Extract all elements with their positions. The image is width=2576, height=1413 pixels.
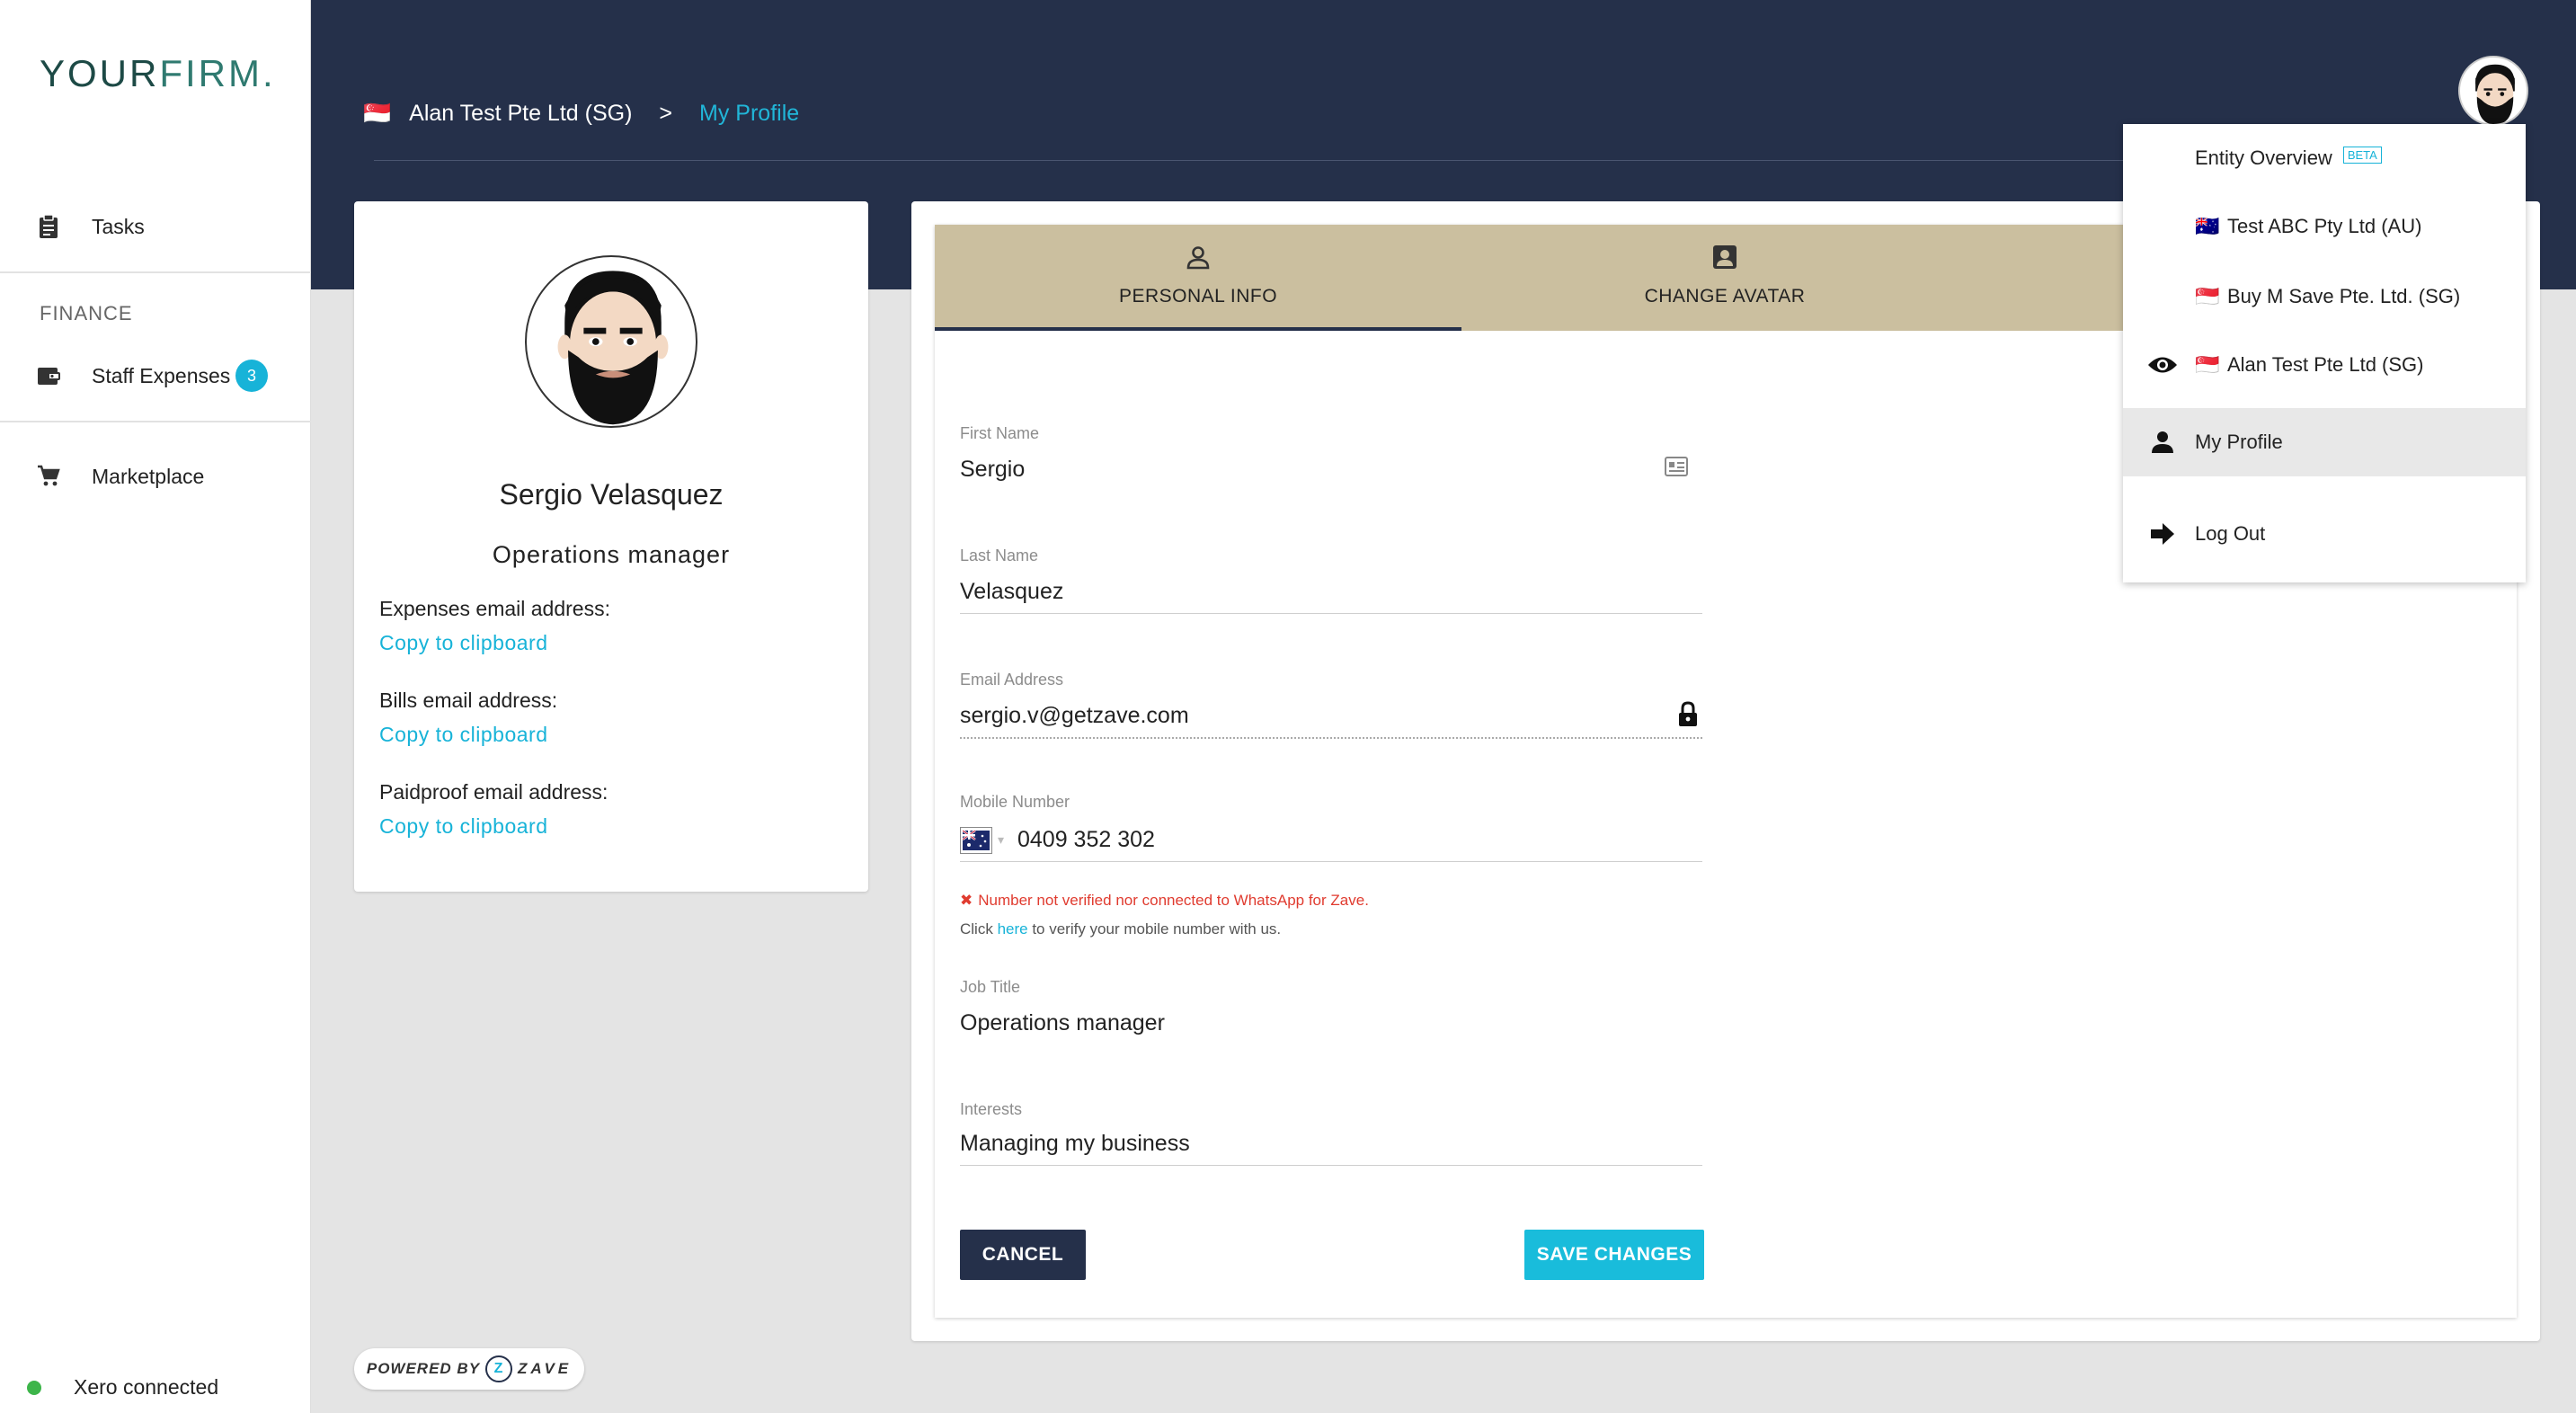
breadcrumb-current: My Profile	[699, 101, 800, 126]
xero-status: Xero connected	[27, 1375, 218, 1400]
xero-status-label: Xero connected	[74, 1375, 219, 1399]
count-badge: 3	[235, 360, 268, 392]
email-field: sergio.v@getzave.com	[960, 703, 1189, 728]
sg-flag-icon: 🇸🇬	[2195, 285, 2220, 307]
user-dropdown-menu: Entity Overview BETA 🇦🇺 Test ABC Pty Ltd …	[2123, 124, 2526, 582]
menu-item-label: Alan Test Pte Ltd (SG)	[2227, 353, 2424, 376]
interests-underline	[960, 1165, 1702, 1166]
logout-arrow-icon	[2146, 518, 2179, 550]
sidebar-item-label: Staff Expenses	[92, 363, 231, 387]
eye-icon	[2146, 349, 2179, 381]
menu-item-my-profile[interactable]: My Profile	[2123, 408, 2526, 476]
wallet-icon	[36, 363, 61, 388]
menu-item-entity-buy-m-save[interactable]: 🇸🇬 Buy M Save Pte. Ltd. (SG)	[2123, 262, 2526, 331]
country-code-selector[interactable]	[960, 827, 992, 854]
app-logo[interactable]: YOURFIRM.	[40, 52, 276, 95]
beta-badge: BETA	[2342, 147, 2382, 164]
powered-by-brand: ZAVE	[518, 1360, 573, 1377]
sg-flag-icon: 🇸🇬	[363, 101, 392, 126]
menu-item-entity-overview[interactable]: Entity Overview BETA	[2123, 124, 2526, 192]
bills-email-label: Bills email address:	[379, 689, 558, 712]
interests-label: Interests	[960, 1100, 1023, 1118]
contact-card-icon[interactable]	[1665, 457, 1688, 481]
menu-item-entity-test-abc[interactable]: 🇦🇺 Test ABC Pty Ltd (AU)	[2123, 192, 2526, 261]
email-label: Email Address	[960, 671, 1064, 689]
powered-by-badge: POWERED BY Z ZAVE	[354, 1348, 584, 1390]
lock-icon	[1677, 701, 1699, 733]
clipboard-icon	[36, 214, 61, 239]
user-avatar-button[interactable]	[2458, 56, 2528, 126]
hint-prefix: Click	[960, 920, 998, 938]
sidebar-item-label: Marketplace	[92, 464, 205, 488]
tab-label: CHANGE AVATAR	[1644, 286, 1806, 307]
tab-change-avatar[interactable]: CHANGE AVATAR	[1461, 225, 1988, 331]
copy-expenses-email-link[interactable]: Copy to clipboard	[379, 631, 548, 655]
last-name-underline	[960, 613, 1702, 614]
job-title-field[interactable]: Operations manager	[960, 1010, 1165, 1036]
sg-flag-icon: 🇸🇬	[2195, 353, 2220, 376]
mobile-label: Mobile Number	[960, 793, 1070, 811]
email-underline	[960, 737, 1702, 739]
au-flag-icon	[963, 831, 990, 850]
avatar-icon	[557, 271, 669, 425]
sidebar-item-label: Tasks	[92, 214, 145, 238]
menu-item-label: Buy M Save Pte. Ltd. (SG)	[2227, 285, 2461, 307]
sidebar-item-tasks[interactable]: Tasks	[0, 200, 311, 253]
copy-paidproof-email-link[interactable]: Copy to clipboard	[379, 814, 548, 839]
menu-item-label: Log Out	[2195, 522, 2266, 545]
header-divider	[374, 160, 2136, 161]
sidebar-divider	[0, 421, 311, 422]
error-x-icon: ✖	[960, 892, 973, 909]
expenses-email-label: Expenses email address:	[379, 597, 610, 620]
status-dot	[27, 1380, 41, 1395]
mobile-underline	[960, 861, 1702, 862]
profile-avatar	[525, 255, 697, 428]
cart-icon	[36, 464, 61, 489]
dropdown-arrow-icon: ▾	[998, 832, 1005, 847]
breadcrumb: 🇸🇬 Alan Test Pte Ltd (SG) > My Profile	[363, 101, 799, 127]
mobile-field[interactable]: 0409 352 302	[1017, 827, 1155, 853]
mobile-verify-hint: Click here to verify your mobile number …	[960, 920, 1281, 938]
mobile-error-message: ✖ Number not verified nor connected to Wh…	[960, 892, 1369, 910]
hint-suffix: to verify your mobile number with us.	[1027, 920, 1282, 938]
last-name-label: Last Name	[960, 547, 1039, 564]
sidebar-divider	[0, 271, 311, 273]
menu-item-label: My Profile	[2195, 431, 2283, 453]
powered-by-prefix: POWERED BY	[366, 1360, 481, 1377]
au-flag-icon: 🇦🇺	[2195, 215, 2220, 237]
copy-bills-email-link[interactable]: Copy to clipboard	[379, 723, 548, 747]
finance-section-label: FINANCE	[40, 302, 133, 324]
menu-item-log-out[interactable]: Log Out	[2123, 500, 2526, 568]
sidebar-item-staff-expenses[interactable]: Staff Expenses 3	[0, 349, 311, 403]
paidproof-email-label: Paidproof email address:	[379, 780, 608, 804]
menu-item-entity-alan-test[interactable]: 🇸🇬 Alan Test Pte Ltd (SG)	[2123, 331, 2526, 399]
cancel-button[interactable]: CANCEL	[960, 1230, 1086, 1280]
sidebar: YOURFIRM. Tasks FINANCE Staff Expenses 3…	[0, 0, 311, 1413]
breadcrumb-entity[interactable]: Alan Test Pte Ltd (SG)	[409, 101, 632, 127]
verify-mobile-link[interactable]: here	[998, 920, 1028, 938]
save-changes-button[interactable]: SAVE CHANGES	[1524, 1230, 1704, 1280]
first-name-field[interactable]: Sergio	[960, 457, 1025, 483]
zave-logo-icon: Z	[485, 1355, 513, 1382]
tab-personal-info[interactable]: PERSONAL INFO	[935, 225, 1461, 331]
person-icon	[2146, 426, 2179, 458]
menu-item-label: Test ABC Pty Ltd (AU)	[2227, 215, 2422, 237]
last-name-field[interactable]: Velasquez	[960, 579, 1063, 605]
breadcrumb-separator: >	[659, 101, 673, 126]
interests-field[interactable]: Managing my business	[960, 1131, 1190, 1157]
person-outline-icon	[1186, 246, 1210, 270]
first-name-label: First Name	[960, 424, 1040, 442]
menu-item-label: Entity Overview BETA	[2195, 147, 2382, 170]
mobile-error-text: Number not verified nor connected to Wha…	[978, 892, 1369, 909]
profile-title: Operations manager	[492, 541, 731, 568]
profile-card: Sergio Velasquez Operations manager Expe…	[354, 201, 868, 892]
sidebar-item-marketplace[interactable]: Marketplace	[0, 449, 311, 503]
account-box-icon	[1713, 245, 1737, 269]
tab-label: PERSONAL INFO	[1118, 286, 1278, 307]
profile-name: Sergio Velasquez	[499, 478, 724, 511]
job-title-label: Job Title	[960, 978, 1021, 996]
